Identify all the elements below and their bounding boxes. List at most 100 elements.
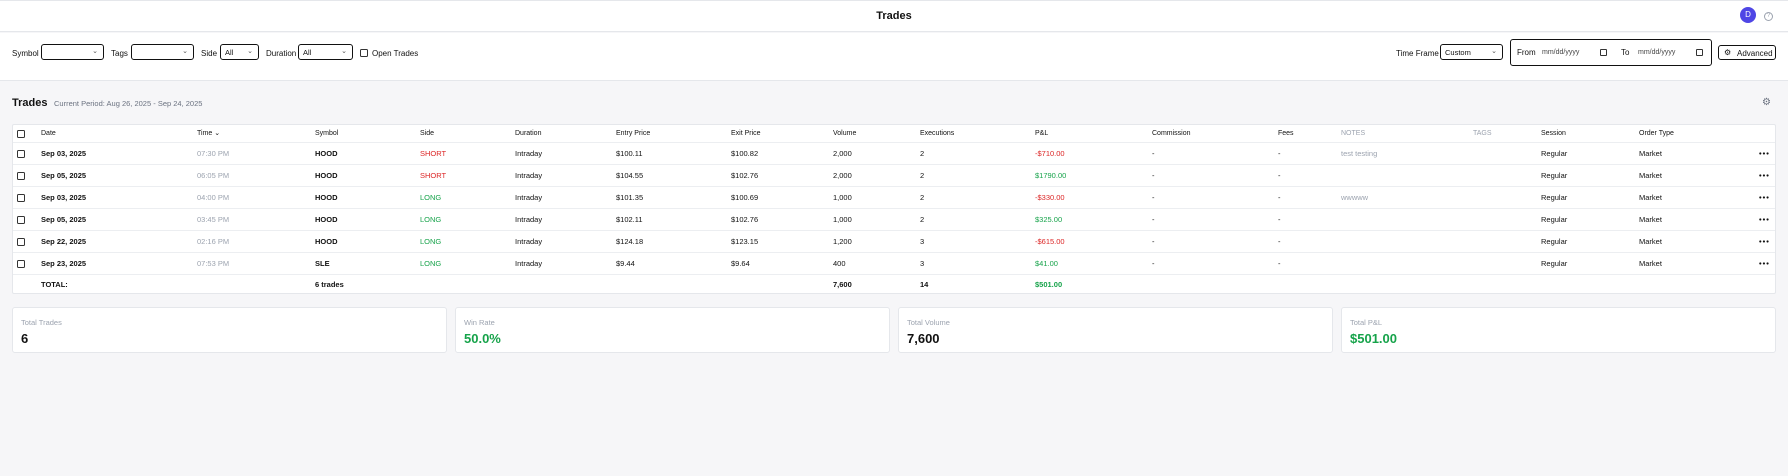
row-duration: Intraday — [515, 237, 543, 246]
row-entry-price: $104.55 — [616, 171, 644, 180]
row-more-icon[interactable]: ••• — [1759, 253, 1770, 274]
row-entry-price: $100.11 — [616, 149, 643, 158]
row-symbol: HOOD — [315, 171, 338, 180]
stat-label: Total P&L — [1350, 318, 1383, 327]
row-more-icon[interactable]: ••• — [1759, 165, 1770, 186]
row-session: Regular — [1541, 259, 1568, 268]
column-header-volume[interactable]: Volume — [833, 125, 856, 142]
row-pnl: $41.00 — [1035, 259, 1058, 268]
row-side: LONG — [420, 215, 442, 224]
calendar-icon[interactable] — [1600, 49, 1607, 56]
row-checkbox[interactable] — [17, 216, 25, 224]
row-notes[interactable]: wwwww — [1341, 187, 1368, 208]
row-pnl: -$710.00 — [1035, 149, 1065, 158]
table-row[interactable]: Sep 05, 2025 06:05 PM HOOD SHORT Intrada… — [13, 165, 1775, 187]
side-select-value: All — [225, 48, 234, 57]
symbol-select[interactable]: ⌄ — [41, 44, 104, 60]
chevron-down-icon: ⌄ — [341, 48, 347, 55]
row-executions: 2 — [920, 193, 925, 202]
row-checkbox[interactable] — [17, 194, 25, 202]
row-checkbox[interactable] — [17, 238, 25, 246]
row-date: Sep 05, 2025 — [41, 171, 87, 180]
column-header-date[interactable]: Date — [41, 125, 56, 142]
row-more-icon[interactable]: ••• — [1759, 143, 1770, 164]
gear-icon: ⚙ — [1724, 48, 1732, 57]
column-header-pnl[interactable]: P&L — [1035, 125, 1048, 142]
table-header: Date Time ⌄ Symbol Side Duration Entry P… — [13, 125, 1775, 143]
row-order-type: Market — [1639, 259, 1662, 268]
column-header-duration[interactable]: Duration — [515, 125, 541, 142]
column-header-notes[interactable]: NOTES — [1341, 125, 1365, 142]
row-exit-price: $9.64 — [731, 259, 750, 268]
stat-value: $501.00 — [1350, 331, 1397, 346]
column-header-tags[interactable]: TAGS — [1473, 125, 1492, 142]
column-header-symbol[interactable]: Symbol — [315, 125, 338, 142]
row-notes[interactable]: test testing — [1341, 143, 1377, 164]
row-symbol: HOOD — [315, 215, 338, 224]
table-row[interactable]: Sep 03, 2025 07:30 PM HOOD SHORT Intrada… — [13, 143, 1775, 165]
column-header-session[interactable]: Session — [1541, 125, 1566, 142]
row-entry-price: $124.18 — [616, 237, 644, 246]
top-bar: Trades D ? — [0, 0, 1788, 32]
table-row[interactable]: Sep 03, 2025 04:00 PM HOOD LONG Intraday… — [13, 187, 1775, 209]
column-header-commission[interactable]: Commission — [1152, 125, 1191, 142]
row-commission: - — [1152, 171, 1155, 180]
row-duration: Intraday — [515, 259, 543, 268]
row-time: 04:00 PM — [197, 193, 230, 202]
row-volume: 2,000 — [833, 149, 852, 158]
row-checkbox[interactable] — [17, 260, 25, 268]
totals-trades: 6 trades — [315, 280, 344, 289]
column-header-order-type[interactable]: Order Type — [1639, 125, 1674, 142]
stat-label: Total Volume — [907, 318, 950, 327]
calendar-icon[interactable] — [1696, 49, 1703, 56]
from-date-input[interactable]: mm/dd/yyyy — [1542, 49, 1579, 56]
row-fees: - — [1278, 171, 1281, 180]
row-commission: - — [1152, 193, 1155, 202]
column-header-side[interactable]: Side — [420, 125, 434, 142]
help-circle-icon[interactable]: ? — [1764, 12, 1773, 21]
row-exit-price: $102.76 — [731, 215, 759, 224]
time-frame-select[interactable]: Custom ⌄ — [1440, 44, 1503, 60]
row-volume: 1,000 — [833, 215, 852, 224]
row-checkbox[interactable] — [17, 150, 25, 158]
open-trades-checkbox[interactable] — [360, 49, 368, 57]
page-title: Trades — [876, 10, 912, 22]
column-header-entry-price[interactable]: Entry Price — [616, 125, 650, 142]
row-session: Regular — [1541, 171, 1568, 180]
row-order-type: Market — [1639, 215, 1662, 224]
side-select[interactable]: All ⌄ — [220, 44, 259, 60]
advanced-button-label: Advanced — [1737, 49, 1773, 58]
row-commission: - — [1152, 149, 1155, 158]
chevron-down-icon: ⌄ — [247, 48, 253, 55]
row-symbol: HOOD — [315, 193, 338, 202]
column-header-fees[interactable]: Fees — [1278, 125, 1294, 142]
settings-icon[interactable]: ⚙ — [1762, 97, 1771, 108]
table-row[interactable]: Sep 05, 2025 03:45 PM HOOD LONG Intraday… — [13, 209, 1775, 231]
row-commission: - — [1152, 237, 1155, 246]
column-header-time-label: Time — [197, 130, 213, 137]
column-header-time[interactable]: Time ⌄ — [197, 125, 220, 142]
to-label: To — [1621, 48, 1630, 57]
select-all-checkbox[interactable] — [17, 130, 25, 138]
duration-select[interactable]: All ⌄ — [298, 44, 353, 60]
row-executions: 2 — [920, 171, 925, 180]
chevron-down-icon: ⌄ — [92, 48, 98, 55]
stat-card-total-trades: Total Trades 6 — [12, 307, 447, 353]
column-header-exit-price[interactable]: Exit Price — [731, 125, 761, 142]
tags-select[interactable]: ⌄ — [131, 44, 194, 60]
stat-value: 7,600 — [907, 331, 940, 346]
section-title: Trades — [12, 97, 48, 109]
row-duration: Intraday — [515, 149, 543, 158]
table-row[interactable]: Sep 23, 2025 07:53 PM SLE LONG Intraday … — [13, 253, 1775, 275]
row-more-icon[interactable]: ••• — [1759, 187, 1770, 208]
avatar[interactable]: D — [1740, 7, 1756, 23]
to-date-input[interactable]: mm/dd/yyyy — [1638, 49, 1675, 56]
row-commission: - — [1152, 259, 1155, 268]
column-header-executions[interactable]: Executions — [920, 125, 954, 142]
stat-card-win-rate: Win Rate 50.0% — [455, 307, 890, 353]
row-more-icon[interactable]: ••• — [1759, 231, 1770, 252]
row-checkbox[interactable] — [17, 172, 25, 180]
advanced-button[interactable]: ⚙ Advanced — [1718, 45, 1776, 60]
row-more-icon[interactable]: ••• — [1759, 209, 1770, 230]
table-row[interactable]: Sep 22, 2025 02:16 PM HOOD LONG Intraday… — [13, 231, 1775, 253]
